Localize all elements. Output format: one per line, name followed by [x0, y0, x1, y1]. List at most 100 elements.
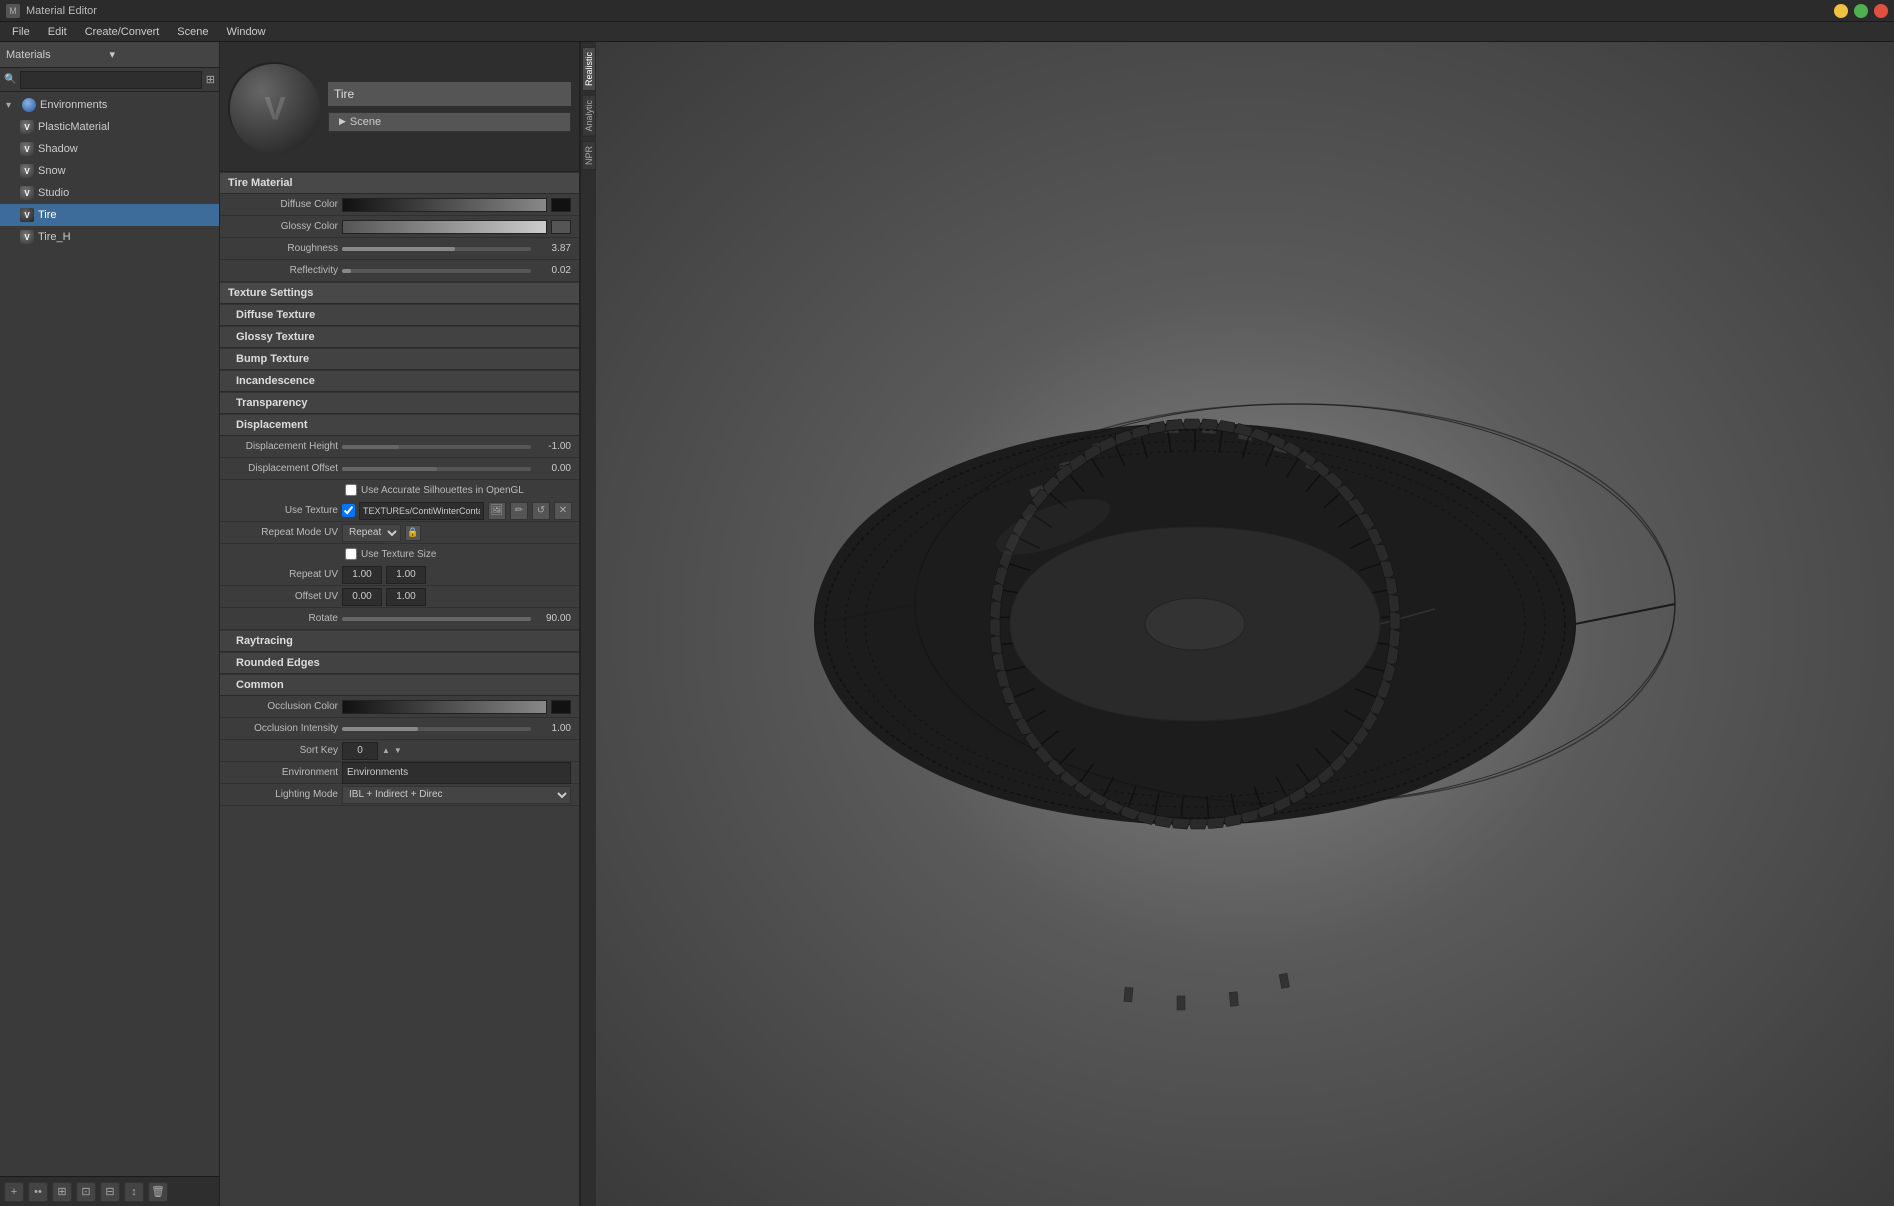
offset-uv-row: Offset UV 0.00 1.00 [220, 586, 579, 608]
tree-item-studio[interactable]: V Studio [0, 182, 219, 204]
texture-settings-label: Texture Settings [228, 287, 313, 299]
displacement-height-label: Displacement Height [228, 441, 338, 452]
repeat-uv-x-input[interactable]: 1.00 [342, 566, 382, 584]
render-tab-analytic[interactable]: Analytic [582, 95, 596, 137]
sort-button[interactable]: ↕ [124, 1182, 144, 1202]
duplicate-button[interactable]: •• [28, 1182, 48, 1202]
tree-item-plasticmaterial[interactable]: V PlasticMaterial [0, 116, 219, 138]
lighting-mode-label: Lighting Mode [228, 789, 338, 800]
texture-refresh-btn[interactable]: ↺ [532, 502, 550, 520]
texture-path-input[interactable]: TEXTUREs/ContiWinterContact_R.btf [359, 502, 484, 520]
ungroup-button[interactable]: ⊡ [76, 1182, 96, 1202]
tree-list: ▾ Environments V PlasticMaterial V Shado… [0, 92, 219, 1176]
incandescence-section[interactable]: Incandescence [220, 370, 579, 392]
texture-delete-btn[interactable]: ✕ [554, 502, 572, 520]
materials-dropdown-label: Materials [6, 49, 110, 61]
displacement-offset-row: Displacement Offset 0.00 [220, 458, 579, 480]
render-tab-npr[interactable]: NPR [582, 141, 596, 170]
mat-icon-snow: V [20, 164, 34, 178]
properties-scroll[interactable]: Tire Material Diffuse Color Glossy Color [220, 172, 579, 1206]
reflectivity-slider[interactable] [342, 269, 531, 273]
delete-button[interactable]: 🗑 [148, 1182, 168, 1202]
sort-key-label: Sort Key [228, 745, 338, 756]
menu-file[interactable]: File [4, 24, 38, 40]
rotate-slider[interactable] [342, 617, 531, 621]
sort-key-spindown[interactable]: ▼ [394, 746, 402, 755]
glossy-texture-section[interactable]: Glossy Texture [220, 326, 579, 348]
tire-rendering [596, 42, 1894, 1206]
glossy-color-swatch[interactable] [342, 220, 547, 234]
displacement-height-value: -1.00 [342, 441, 571, 452]
bump-texture-label: Bump Texture [236, 353, 309, 365]
texture-settings-section[interactable]: Texture Settings [220, 282, 579, 304]
use-texture-size-label: Use Texture Size [361, 549, 436, 560]
lighting-mode-select[interactable]: IBL + Indirect + Direc [342, 786, 571, 804]
texture-edit-btn[interactable]: ✏ [510, 502, 528, 520]
diffuse-texture-section[interactable]: Diffuse Texture [220, 304, 579, 326]
diffuse-color-swatch[interactable] [342, 198, 547, 212]
repeat-uv-y-input[interactable]: 1.00 [386, 566, 426, 584]
maximize-button[interactable] [1854, 4, 1868, 18]
tree-item-environments[interactable]: ▾ Environments [0, 94, 219, 116]
tree-item-tire-h[interactable]: V Tire_H [0, 226, 219, 248]
lock-icon[interactable]: 🔒 [405, 525, 421, 541]
left-toolbar: + •• ⊞ ⊡ ⊟ ↕ 🗑 [0, 1176, 219, 1206]
common-section[interactable]: Common [220, 674, 579, 696]
roughness-number: 3.87 [535, 243, 571, 254]
occlusion-color-black-swatch[interactable] [551, 700, 571, 714]
title-bar: M Material Editor [0, 0, 1894, 22]
texture-browse-icon[interactable]: 🖼 [488, 502, 506, 520]
menu-scene[interactable]: Scene [169, 24, 216, 40]
use-texture-row: Use Texture TEXTUREs/ContiWinterContact_… [220, 500, 579, 522]
render-tab-realistic[interactable]: Realistic [582, 47, 596, 91]
offset-uv-value: 0.00 1.00 [342, 588, 571, 606]
rotate-number: 90.00 [535, 613, 571, 624]
bump-texture-section[interactable]: Bump Texture [220, 348, 579, 370]
tree-item-shadow[interactable]: V Shadow [0, 138, 219, 160]
repeat-mode-select[interactable]: Repeat [342, 524, 401, 542]
collapse-button[interactable]: ⊟ [100, 1182, 120, 1202]
diffuse-color-black-swatch[interactable] [551, 198, 571, 212]
scene-icon: ▶ [339, 116, 346, 127]
sort-key-spinup[interactable]: ▲ [382, 746, 390, 755]
filter-icon[interactable]: ⊞ [206, 73, 215, 86]
rounded-edges-section[interactable]: Rounded Edges [220, 652, 579, 674]
tree-item-snow[interactable]: V Snow [0, 160, 219, 182]
scene-button[interactable]: ▶ Scene [328, 112, 571, 132]
tire-material-section[interactable]: Tire Material [220, 172, 579, 194]
occlusion-intensity-number: 1.00 [535, 723, 571, 734]
viewport [596, 42, 1894, 1206]
use-accurate-checkbox[interactable] [345, 484, 357, 496]
raytracing-section[interactable]: Raytracing [220, 630, 579, 652]
environment-value: Environments [342, 762, 571, 784]
menu-window[interactable]: Window [219, 24, 274, 40]
offset-uv-y-input[interactable]: 1.00 [386, 588, 426, 606]
roughness-slider[interactable] [342, 247, 531, 251]
menu-edit[interactable]: Edit [40, 24, 75, 40]
use-texture-size-checkbox[interactable] [345, 548, 357, 560]
close-button[interactable] [1874, 4, 1888, 18]
glossy-color-black-swatch[interactable] [551, 220, 571, 234]
transparency-section[interactable]: Transparency [220, 392, 579, 414]
displacement-height-slider[interactable] [342, 445, 531, 449]
occlusion-intensity-slider[interactable] [342, 727, 531, 731]
tree-item-tire[interactable]: V Tire [0, 204, 219, 226]
add-material-button[interactable]: + [4, 1182, 24, 1202]
occlusion-color-label: Occlusion Color [228, 701, 338, 712]
diffuse-color-row: Diffuse Color [220, 194, 579, 216]
group-button[interactable]: ⊞ [52, 1182, 72, 1202]
environment-input[interactable]: Environments [342, 762, 571, 784]
search-input[interactable] [20, 71, 201, 89]
bottom-spacer [220, 806, 579, 886]
displacement-offset-slider[interactable] [342, 467, 531, 471]
materials-dropdown[interactable]: Materials ▾ [0, 42, 219, 68]
use-accurate-row: Use Accurate Silhouettes in OpenGL [220, 480, 579, 500]
displacement-section[interactable]: Displacement [220, 414, 579, 436]
menu-create[interactable]: Create/Convert [77, 24, 168, 40]
minimize-button[interactable] [1834, 4, 1848, 18]
sort-key-input[interactable]: 0 [342, 742, 378, 760]
use-texture-checkbox[interactable] [342, 504, 355, 517]
rotate-row: Rotate 90.00 [220, 608, 579, 630]
occlusion-color-swatch[interactable] [342, 700, 547, 714]
offset-uv-x-input[interactable]: 0.00 [342, 588, 382, 606]
